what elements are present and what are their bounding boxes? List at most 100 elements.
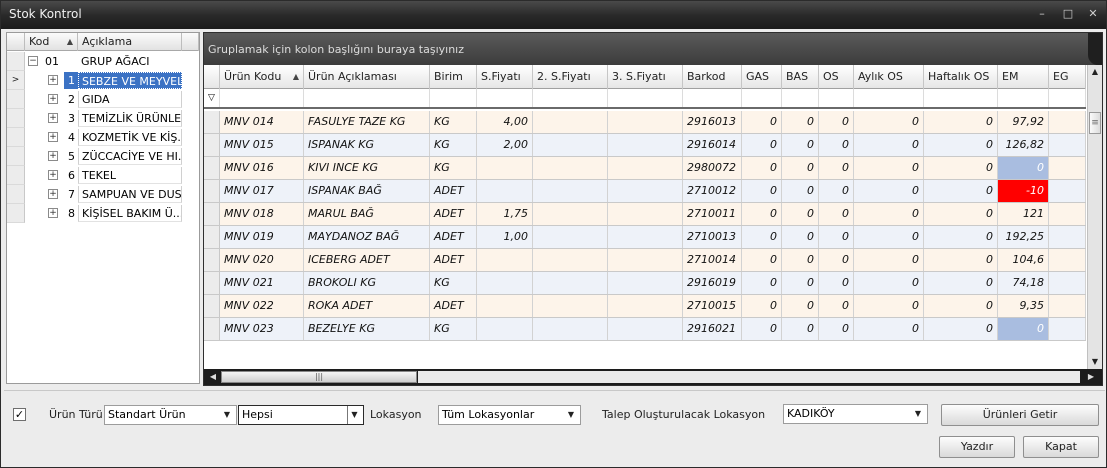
filter-cell[interactable] [782,89,819,107]
table-cell[interactable]: 0 [819,203,854,225]
table-cell[interactable]: 0 [924,134,998,156]
column-header[interactable]: BAS [782,65,819,89]
table-cell[interactable]: 2,00 [477,134,533,156]
table-cell[interactable]: 0 [819,226,854,248]
filter-cell[interactable] [819,89,854,107]
scroll-left-icon[interactable]: ◀ [206,370,220,384]
tree-node-item[interactable]: +4 KOZMETİK VE KİŞ... [7,128,199,147]
scroll-down-icon[interactable]: ▼ [1088,355,1102,369]
column-header[interactable]: 3. S.Fiyatı [608,65,683,89]
chevron-down-icon[interactable]: ▼ [911,405,925,423]
table-cell[interactable]: 104,6 [998,249,1049,271]
column-header[interactable]: Barkod [683,65,742,89]
group-by-panel[interactable]: Gruplamak için kolon başlığını buraya ta… [204,33,1102,65]
table-cell[interactable]: 0 [854,226,924,248]
filter-cell[interactable] [608,89,683,107]
table-cell[interactable]: 2916013 [683,111,742,133]
table-cell[interactable]: 0 [854,249,924,271]
horizontal-scroll-track[interactable] [418,371,1080,383]
table-cell[interactable] [533,111,608,133]
table-cell[interactable]: ADET [430,295,477,317]
filter-icon[interactable]: ▽ [204,89,220,107]
minimize-icon[interactable]: – [1034,7,1050,21]
table-cell[interactable]: 0 [782,295,819,317]
filter-cell[interactable] [533,89,608,107]
table-cell[interactable]: 2916019 [683,272,742,294]
table-cell[interactable]: 0 [924,295,998,317]
table-cell[interactable]: 0 [742,249,782,271]
expand-icon[interactable]: + [48,189,58,199]
table-row[interactable]: MNV 023 BEZELYE KG KG 2916021 0 0 0 0 0 0 [204,318,1086,341]
expand-icon[interactable]: + [48,208,58,218]
horizontal-scroll-thumb[interactable]: ||| [221,371,417,383]
table-cell[interactable]: 0 [854,134,924,156]
table-cell[interactable] [608,180,683,202]
table-cell[interactable]: ADET [430,203,477,225]
maximize-icon[interactable]: □ [1060,7,1076,21]
tree-col-code[interactable]: Kod ▲ [25,33,78,51]
table-row[interactable]: MNV 022 ROKA ADET ADET 2710015 0 0 0 0 0 9,35 [204,295,1086,318]
filter-cell[interactable] [220,89,304,107]
table-cell[interactable] [533,157,608,179]
collapse-icon[interactable]: − [28,56,38,66]
chevron-down-icon[interactable]: ▼ [347,406,361,424]
table-cell[interactable] [477,272,533,294]
table-cell[interactable]: 2710012 [683,180,742,202]
column-header[interactable]: EG [1049,65,1086,89]
table-cell[interactable]: 4,00 [477,111,533,133]
lokasyon-combo[interactable]: Tüm Lokasyonlar ▼ [438,405,581,425]
column-header[interactable]: GAS [742,65,782,89]
table-row[interactable]: MNV 021 BROKOLI KG KG 2916019 0 0 0 0 0 74,18 [204,272,1086,295]
table-cell[interactable] [533,295,608,317]
table-cell[interactable]: 0 [854,157,924,179]
table-cell[interactable]: BEZELYE KG [304,318,430,340]
expand-icon[interactable]: + [48,132,58,142]
table-cell[interactable]: MNV 017 [220,180,304,202]
column-header[interactable]: Ürün Açıklaması [304,65,430,89]
table-cell[interactable]: 0 [742,226,782,248]
include-checkbox[interactable]: ✓ [13,408,26,421]
table-cell[interactable]: 0 [854,111,924,133]
table-row[interactable]: MNV 015 ISPANAK KG KG 2,00 2916014 0 0 0 0 0 126,8… [204,134,1086,157]
table-cell[interactable]: 1,75 [477,203,533,225]
table-cell[interactable]: 2980072 [683,157,742,179]
column-header[interactable]: 2. S.Fiyatı [533,65,608,89]
table-cell[interactable] [1049,318,1086,340]
table-cell[interactable]: KG [430,134,477,156]
stock-grid[interactable]: Gruplamak için kolon başlığını buraya ta… [203,32,1103,386]
table-cell[interactable]: 2710011 [683,203,742,225]
table-cell[interactable] [1049,134,1086,156]
table-cell[interactable] [1049,226,1086,248]
urun-turu-combo[interactable]: Standart Ürün ▼ [104,405,237,425]
table-cell[interactable]: 0 [819,272,854,294]
table-cell[interactable]: ADET [430,180,477,202]
table-cell[interactable] [608,157,683,179]
table-cell[interactable] [608,134,683,156]
table-row[interactable]: MNV 017 ISPANAK BAĞ ADET 2710012 0 0 0 0 0 -10 [204,180,1086,203]
filter-cell[interactable] [854,89,924,107]
table-cell[interactable]: ADET [430,226,477,248]
table-cell[interactable]: BROKOLI KG [304,272,430,294]
group-tree[interactable]: Kod ▲ Açıklama −01 GRUP AĞACI > +1 SEBZE VE … [6,32,200,384]
expand-icon[interactable]: + [48,75,58,85]
tree-node-root[interactable]: −01 GRUP AĞACI [7,52,199,71]
column-header[interactable]: Birim [430,65,477,89]
tree-node-item[interactable]: > +1SEBZE VE MEYVELER [7,71,199,90]
hepsi-combo[interactable]: Hepsi ▼ [238,405,364,425]
table-cell[interactable]: 0 [924,203,998,225]
filter-cell[interactable] [924,89,998,107]
chevron-down-icon[interactable]: ▼ [564,406,578,424]
table-cell[interactable]: 9,35 [998,295,1049,317]
table-cell[interactable]: MARUL BAĞ [304,203,430,225]
table-cell[interactable] [1049,180,1086,202]
table-cell[interactable]: KG [430,111,477,133]
table-cell[interactable] [477,157,533,179]
filter-cell[interactable] [477,89,533,107]
table-cell[interactable]: KG [430,157,477,179]
table-cell[interactable] [608,318,683,340]
filter-cell[interactable] [430,89,477,107]
kapat-button[interactable]: Kapat [1023,436,1099,458]
table-cell[interactable]: MNV 023 [220,318,304,340]
tree-node-item[interactable]: +2 GIDA [7,90,199,109]
table-cell[interactable]: 0 [998,157,1049,179]
